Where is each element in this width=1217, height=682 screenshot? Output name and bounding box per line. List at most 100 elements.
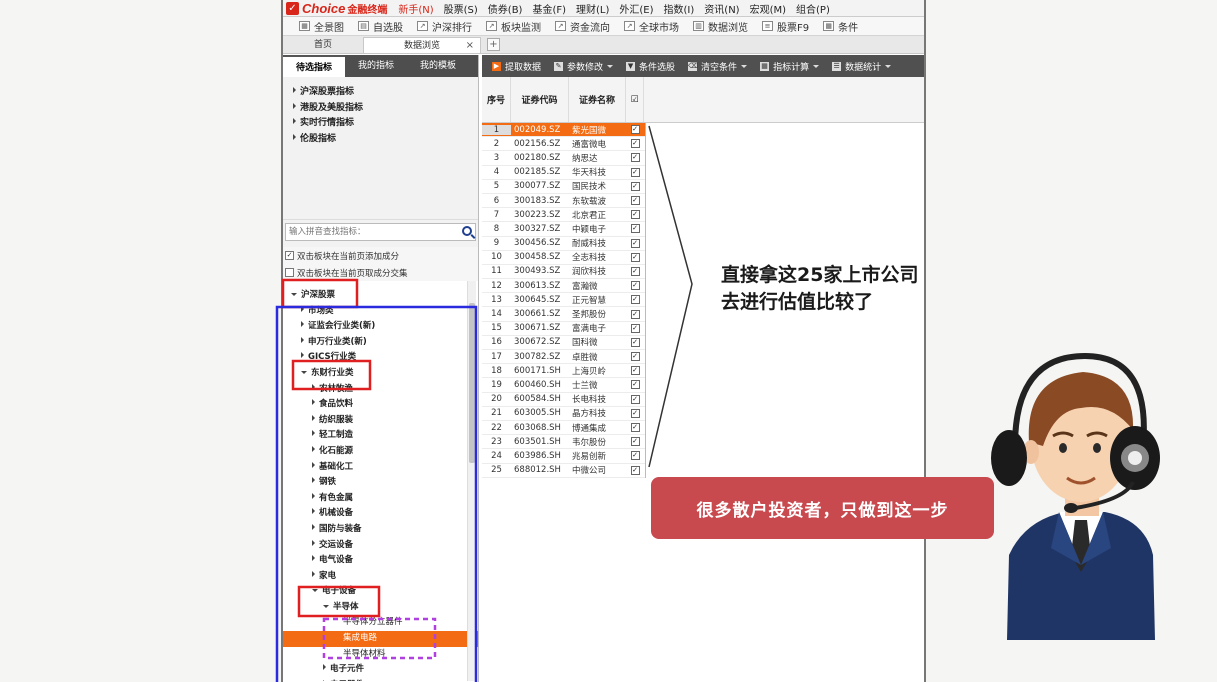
checkbox-checked-icon[interactable]: ✓ — [630, 352, 640, 362]
tree-node[interactable]: 钢铁 — [283, 475, 478, 491]
scroll-thumb[interactable] — [469, 303, 475, 463]
expand-arrow-icon[interactable] — [323, 664, 326, 671]
table-row[interactable]: 23 603501.SH 韦尔股份 ✓ — [482, 435, 645, 450]
tab-home[interactable]: 首页 — [283, 37, 363, 53]
checkbox-checked-icon[interactable]: ✓ — [630, 408, 640, 418]
checkbox-checked-icon[interactable]: ✓ — [630, 181, 640, 191]
indicator-calc-button[interactable]: ▦ 指标计算 — [760, 60, 820, 73]
table-row[interactable]: 10 300458.SZ 全志科技 ✓ — [482, 251, 645, 265]
tab-data-browse[interactable]: 数据浏览 × — [363, 37, 481, 53]
tool-global-market[interactable]: ↗ 全球市场 — [624, 19, 679, 34]
tool-ranking[interactable]: ↗ 沪深排行 — [417, 19, 472, 34]
tree-node[interactable]: 证监会行业类(新) — [283, 319, 478, 335]
tree-node[interactable]: 机械设备 — [283, 506, 478, 522]
category-item[interactable]: 沪深股票指标 — [283, 85, 478, 101]
search-icon[interactable] — [462, 226, 472, 236]
checkbox-checked-icon[interactable]: ✓ — [630, 210, 640, 220]
expand-arrow-icon[interactable] — [312, 430, 315, 437]
checkbox-checked-icon[interactable]: ✓ — [630, 337, 640, 347]
menu-stock[interactable]: 股票(S) — [444, 1, 478, 16]
tree-node[interactable]: 半导体 — [283, 600, 478, 616]
category-item[interactable]: 伦股指标 — [283, 132, 478, 148]
table-row[interactable]: 17 300782.SZ 卓胜微 ✓ — [482, 350, 645, 365]
category-item[interactable]: 实时行情指标 — [283, 116, 478, 132]
tree-node[interactable]: 半导体材料 — [283, 647, 478, 663]
col-header-name[interactable]: 证券名称 — [569, 77, 626, 122]
table-row[interactable]: 1 002049.SZ 紫光国微 ✓ — [482, 123, 645, 138]
tree-node[interactable]: 电气设备 — [283, 553, 478, 569]
checkbox-checked-icon[interactable]: ✓ — [630, 437, 640, 447]
extract-data-button[interactable]: ▶ 提取数据 — [492, 60, 541, 73]
tool-sector-monitor[interactable]: ↗ 板块监测 — [486, 19, 541, 34]
expand-arrow-icon[interactable] — [301, 305, 304, 312]
expand-arrow-icon[interactable] — [312, 555, 315, 562]
menu-portfolio[interactable]: 组合(P) — [796, 1, 830, 16]
tree-node[interactable]: 集成电路 — [283, 631, 478, 647]
tool-stock-f9[interactable]: ≡ 股票F9 — [762, 19, 809, 34]
table-row[interactable]: 14 300661.SZ 圣邦股份 ✓ — [482, 307, 645, 322]
table-row[interactable]: 8 300327.SZ 中颖电子 ✓ — [482, 222, 645, 237]
tree-node[interactable]: 化石能源 — [283, 444, 478, 460]
menu-index[interactable]: 指数(I) — [664, 1, 695, 16]
checkbox-checked-icon[interactable]: ✓ — [630, 125, 640, 135]
tool-fund-flow[interactable]: ↗ 资金流向 — [555, 19, 610, 34]
close-icon[interactable]: × — [466, 38, 474, 54]
tool-data-browse[interactable]: ▥ 数据浏览 — [693, 19, 748, 34]
checkbox-checked-icon[interactable]: ✓ — [630, 281, 640, 291]
add-tab-button[interactable]: + — [487, 38, 500, 51]
table-row[interactable]: 4 002185.SZ 华天科技 ✓ — [482, 166, 645, 180]
expand-arrow-icon[interactable] — [312, 539, 315, 546]
checkbox-checked-icon[interactable]: ✓ — [630, 153, 640, 163]
expand-arrow-icon[interactable] — [312, 461, 315, 468]
expand-arrow-icon[interactable] — [312, 414, 315, 421]
expand-arrow-icon[interactable] — [312, 383, 315, 390]
table-row[interactable]: 21 603005.SH 晶方科技 ✓ — [482, 407, 645, 421]
menu-wealth[interactable]: 理财(L) — [576, 1, 609, 16]
checkbox-checked-icon[interactable]: ✓ — [630, 451, 640, 461]
table-row[interactable]: 13 300645.SZ 正元智慧 ✓ — [482, 293, 645, 308]
table-row[interactable]: 12 300613.SZ 富瀚微 ✓ — [482, 279, 645, 294]
checkbox-checked-icon[interactable]: ✓ — [630, 139, 640, 149]
checkbox-checked-icon[interactable]: ✓ — [285, 251, 294, 260]
menu-fund[interactable]: 基金(F) — [532, 1, 566, 16]
expand-arrow-icon[interactable] — [312, 492, 315, 499]
expand-arrow-icon[interactable] — [312, 399, 315, 406]
table-row[interactable]: 20 600584.SH 长电科技 ✓ — [482, 393, 645, 407]
table-row[interactable]: 24 603986.SH 兆易创新 ✓ — [482, 449, 645, 464]
checkbox-checked-icon[interactable]: ✓ — [630, 295, 640, 305]
select-all-checkbox[interactable]: ☑ — [626, 77, 644, 122]
tool-condition[interactable]: ▦ 条件 — [823, 19, 858, 34]
collapse-arrow-icon[interactable] — [312, 589, 318, 593]
tool-watchlist[interactable]: ▤ 自选股 — [358, 19, 403, 34]
table-row[interactable]: 25 688012.SH 中微公司 ✓ — [482, 464, 645, 478]
expand-arrow-icon[interactable] — [312, 570, 315, 577]
checkbox-checked-icon[interactable]: ✓ — [630, 252, 640, 262]
tree-node[interactable]: 电子设备 — [283, 584, 478, 600]
table-row[interactable]: 19 600460.SH 士兰微 ✓ — [482, 378, 645, 393]
checkbox-checked-icon[interactable]: ✓ — [630, 196, 640, 206]
checkbox-empty-icon[interactable] — [285, 268, 294, 277]
checkbox-checked-icon[interactable]: ✓ — [630, 465, 640, 475]
condition-select-button[interactable]: ▼ 条件选股 — [626, 60, 675, 73]
tree-node[interactable]: 市场类 — [283, 304, 478, 320]
tab-my-indicators[interactable]: 我的指标 — [345, 55, 407, 77]
expand-arrow-icon[interactable] — [301, 321, 304, 328]
table-row[interactable]: 3 002180.SZ 纳思达 ✓ — [482, 151, 645, 166]
checkbox-checked-icon[interactable]: ✓ — [630, 224, 640, 234]
menu-forex[interactable]: 外汇(E) — [619, 1, 653, 16]
checkbox-checked-icon[interactable]: ✓ — [630, 309, 640, 319]
expand-arrow-icon[interactable] — [301, 352, 304, 359]
expand-arrow-icon[interactable] — [312, 477, 315, 484]
param-edit-button[interactable]: ✎ 参数修改 — [554, 60, 614, 73]
tree-node[interactable]: GICS行业类 — [283, 350, 478, 366]
tree-node[interactable]: 家电 — [283, 569, 478, 585]
option-intersect-constituents[interactable]: 双击板块在当前页取成分交集 — [283, 264, 478, 281]
tree-node[interactable]: 东财行业类 — [283, 366, 478, 382]
collapse-arrow-icon[interactable] — [301, 370, 307, 374]
tree-node[interactable]: 有色金属 — [283, 491, 478, 507]
tree-node[interactable]: 半导体分立器件 — [283, 615, 478, 631]
checkbox-checked-icon[interactable]: ✓ — [630, 167, 640, 177]
tree-node[interactable]: 农林牧渔 — [283, 382, 478, 398]
tab-candidate-indicators[interactable]: 待选指标 — [283, 55, 345, 77]
checkbox-checked-icon[interactable]: ✓ — [630, 366, 640, 376]
